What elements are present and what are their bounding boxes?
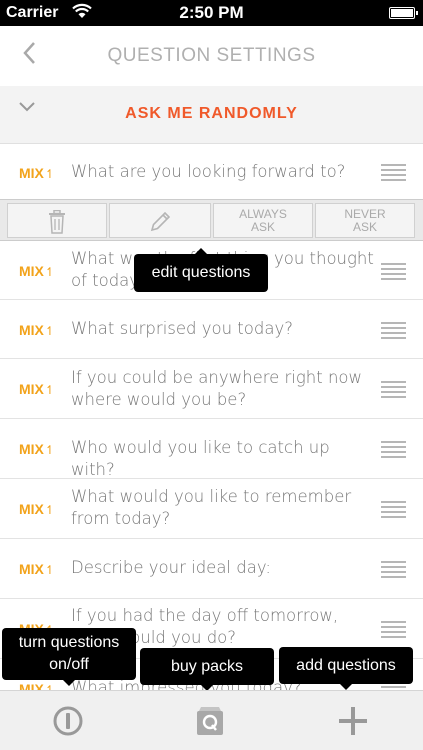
nav-bar: QUESTION SETTINGS bbox=[0, 26, 423, 86]
question-text: Describe your ideal day: bbox=[71, 558, 271, 577]
tooltip-edit-questions: edit questions bbox=[134, 248, 268, 292]
plus-icon bbox=[339, 707, 367, 735]
mix-badge: MIX↿ bbox=[19, 381, 55, 397]
delete-button[interactable] bbox=[7, 203, 107, 238]
mix-badge: MIX↿ bbox=[19, 165, 55, 181]
row-actions: ALWAYS ASK NEVER ASK bbox=[0, 199, 423, 241]
question-row[interactable]: MIX↿ What would you like to remember fro… bbox=[0, 479, 423, 539]
question-text: If you could be anywhere right now where… bbox=[71, 368, 363, 409]
question-text: What surprised you today? bbox=[71, 319, 293, 338]
ask-mode-selector[interactable]: ASK ME RANDOMLY bbox=[0, 86, 423, 144]
battery-icon bbox=[389, 7, 418, 19]
ask-mode-label: ASK ME RANDOMLY bbox=[125, 105, 298, 122]
question-text: What are you looking forward to? bbox=[71, 162, 346, 181]
add-questions-button[interactable] bbox=[338, 706, 368, 741]
trash-icon bbox=[49, 209, 65, 234]
question-text: What would you like to remember from tod… bbox=[71, 487, 352, 528]
tab-bar bbox=[0, 690, 423, 750]
drag-handle-icon[interactable] bbox=[381, 621, 406, 638]
drag-handle-icon[interactable] bbox=[381, 164, 406, 181]
mix-badge: MIX↿ bbox=[19, 322, 55, 338]
tooltip-buy-packs: buy packs bbox=[140, 648, 274, 691]
question-pack-icon bbox=[197, 707, 223, 735]
question-row[interactable]: MIX↿ What are you looking forward to? bbox=[0, 144, 423, 200]
clock: 2:50 PM bbox=[179, 3, 244, 22]
drag-handle-icon[interactable] bbox=[381, 561, 406, 578]
status-bar: Carrier 2:50 PM bbox=[0, 0, 423, 26]
drag-handle-icon[interactable] bbox=[381, 441, 406, 458]
question-row[interactable]: MIX↿ Describe your ideal day: bbox=[0, 539, 423, 599]
drag-handle-icon[interactable] bbox=[381, 322, 406, 339]
tooltip-add-questions: add questions bbox=[279, 647, 413, 690]
question-row[interactable]: MIX↿ Who would you like to catch up with… bbox=[0, 419, 423, 479]
always-ask-button[interactable]: ALWAYS ASK bbox=[213, 203, 313, 238]
question-row[interactable]: MIX↿ What surprised you today? bbox=[0, 300, 423, 359]
mix-badge: MIX↿ bbox=[19, 501, 55, 517]
mix-badge: MIX↿ bbox=[19, 263, 55, 279]
page-title: QUESTION SETTINGS bbox=[107, 45, 316, 66]
question-text: Who would you like to catch up with? bbox=[71, 438, 330, 479]
drag-handle-icon[interactable] bbox=[381, 501, 406, 518]
pencil-icon bbox=[150, 211, 171, 232]
drag-handle-icon[interactable] bbox=[381, 263, 406, 280]
never-ask-button[interactable]: NEVER ASK bbox=[315, 203, 415, 238]
tooltip-turn-questions: turn questions on/off bbox=[2, 628, 136, 686]
mix-badge: MIX↿ bbox=[19, 441, 55, 457]
mix-badge: MIX↿ bbox=[19, 561, 55, 577]
edit-button[interactable] bbox=[109, 203, 211, 238]
power-toggle-icon bbox=[53, 706, 83, 736]
toggle-questions-button[interactable] bbox=[52, 705, 84, 742]
question-row[interactable]: MIX↿ If you could be anywhere right now … bbox=[0, 359, 423, 419]
buy-packs-button[interactable] bbox=[195, 705, 225, 742]
drag-handle-icon[interactable] bbox=[381, 381, 406, 398]
